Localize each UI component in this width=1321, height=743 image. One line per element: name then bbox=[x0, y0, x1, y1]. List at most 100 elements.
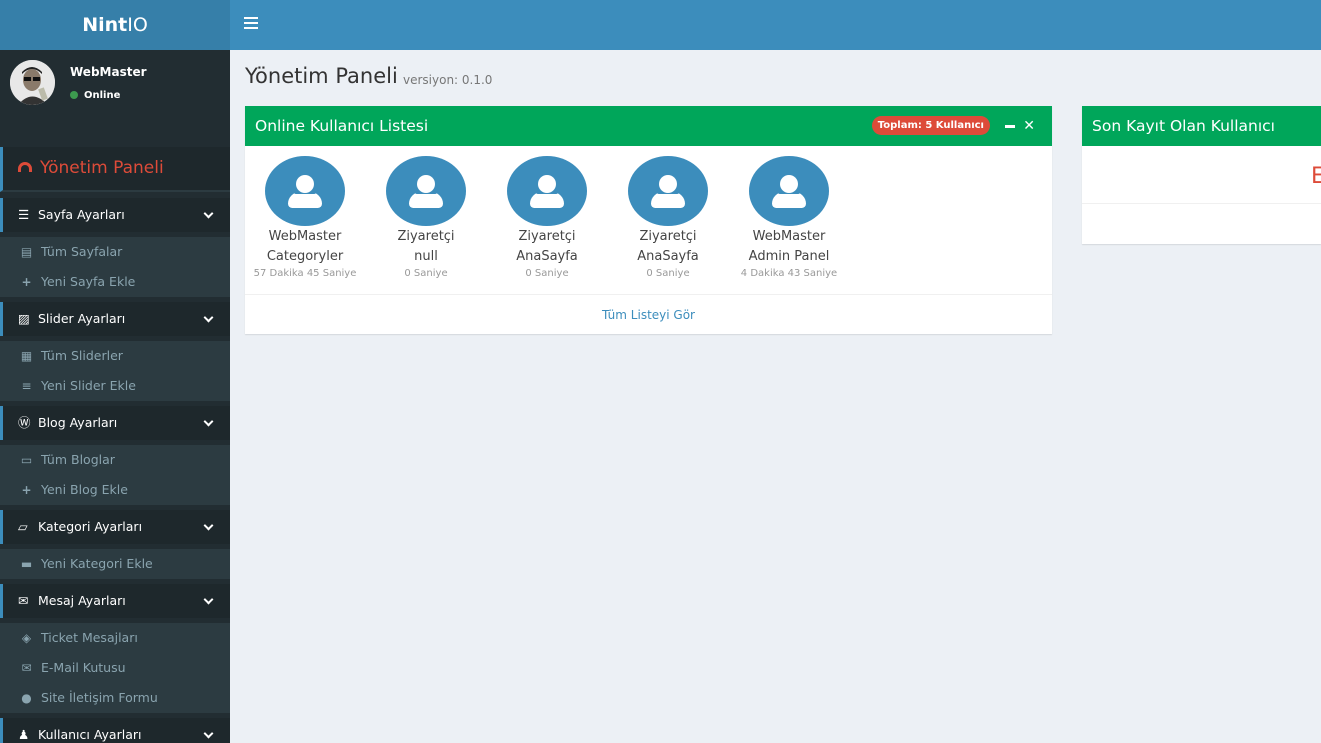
menu-item-email[interactable]: ✉ E-Mail Kutusu bbox=[0, 653, 230, 683]
menu-section-kategori[interactable]: ▱ Kategori Ayarları bbox=[0, 510, 230, 544]
menu-item-yeni-kategori[interactable]: ▬ Yeni Kategori Ekle bbox=[0, 549, 230, 579]
recent-users-body: E bbox=[1082, 146, 1321, 204]
user-card-page: AnaSayfa bbox=[637, 249, 699, 264]
user-card-name: Ziyaretçi bbox=[639, 229, 697, 244]
user-card[interactable]: Ziyaretçi AnaSayfa 0 Saniye bbox=[492, 156, 602, 279]
menu-item-label: Yeni Kategori Ekle bbox=[41, 556, 153, 571]
dashboard-icon bbox=[18, 162, 32, 172]
user-avatar-icon bbox=[628, 156, 708, 226]
users-icon: ♟ bbox=[18, 727, 30, 742]
page-title: Yönetim Paneli bbox=[245, 64, 398, 88]
menu-section-blog[interactable]: Ⓦ Blog Ayarları bbox=[0, 406, 230, 440]
box-header: Online Kullanıcı Listesi Toplam: 5 Kulla… bbox=[245, 106, 1052, 146]
user-avatar-icon bbox=[265, 156, 345, 226]
sidebar: WebMaster Online Yönetim Paneli ☰ Sayfa A… bbox=[0, 50, 230, 743]
menu-section-mesaj[interactable]: ✉ Mesaj Ayarları bbox=[0, 584, 230, 618]
menu-item-yeni-blog[interactable]: + Yeni Blog Ekle bbox=[0, 475, 230, 505]
menu-item-label: Tüm Bloglar bbox=[41, 452, 115, 467]
user-avatar-icon bbox=[749, 156, 829, 226]
folder-open-icon: ▱ bbox=[18, 519, 28, 534]
grid-icon: ▦ bbox=[20, 349, 33, 363]
user-card-name: WebMaster bbox=[268, 229, 342, 244]
user-card-page: null bbox=[414, 249, 438, 264]
menu-item-label: Tüm Sliderler bbox=[41, 348, 123, 363]
menu-item-tum-sliderler[interactable]: ▦ Tüm Sliderler bbox=[0, 341, 230, 371]
wordpress-icon: Ⓦ bbox=[18, 415, 31, 430]
menu-section-label: Blog Ayarları bbox=[38, 415, 118, 430]
user-card[interactable]: WebMaster Categoryler 57 Dakika 45 Saniy… bbox=[250, 156, 360, 279]
envelope-icon: ✉ bbox=[18, 593, 29, 608]
close-icon[interactable]: ✕ bbox=[1023, 117, 1035, 135]
hamburger-menu-icon[interactable] bbox=[244, 17, 258, 33]
user-card-time: 0 Saniye bbox=[646, 268, 690, 279]
user-card-page: Admin Panel bbox=[748, 249, 830, 264]
user-count-badge: Toplam: 5 Kullanıcı bbox=[871, 116, 990, 135]
menu-item-label: Yeni Sayfa Ekle bbox=[41, 274, 136, 289]
menu-item-ticket[interactable]: ◈ Ticket Mesajları bbox=[0, 623, 230, 653]
menu-item-yeni-slider[interactable]: ≡ Yeni Slider Ekle bbox=[0, 371, 230, 401]
user-card-time: 0 Saniye bbox=[404, 268, 448, 279]
chevron-down-icon bbox=[203, 728, 214, 739]
box-header: Son Kayıt Olan Kullanıcı bbox=[1082, 106, 1321, 146]
user-card-page: Categoryler bbox=[266, 249, 344, 264]
user-card[interactable]: WebMaster Admin Panel 4 Dakika 43 Saniye bbox=[734, 156, 844, 279]
box-title: Son Kayıt Olan Kullanıcı bbox=[1092, 117, 1275, 135]
chevron-down-icon bbox=[203, 594, 214, 605]
brand-logo[interactable]: NintIO bbox=[0, 0, 230, 50]
user-status-text: Online bbox=[84, 90, 121, 101]
menu-item-tum-sayfalar[interactable]: ▤ Tüm Sayfalar bbox=[0, 237, 230, 267]
chevron-down-icon bbox=[203, 312, 214, 323]
menu-dashboard-label: Yönetim Paneli bbox=[40, 158, 164, 178]
recent-users-text: E bbox=[1311, 164, 1321, 189]
avatar bbox=[10, 60, 55, 105]
menu-item-label: E-Mail Kutusu bbox=[41, 660, 126, 675]
user-avatar-icon bbox=[386, 156, 466, 226]
user-card-name: Ziyaretçi bbox=[518, 229, 576, 244]
menu-section-label: Sayfa Ayarları bbox=[38, 207, 125, 222]
online-status-icon bbox=[70, 91, 78, 99]
brand-prefix: Nint bbox=[82, 14, 128, 36]
ticket-icon: ◈ bbox=[21, 631, 32, 645]
folder-icon: ▬ bbox=[20, 557, 33, 571]
chevron-down-icon bbox=[203, 520, 214, 531]
recent-users-box: Son Kayıt Olan Kullanıcı E bbox=[1082, 106, 1321, 244]
menu-section-label: Kullanıcı Ayarları bbox=[38, 727, 142, 742]
menu-section-label: Kategori Ayarları bbox=[38, 519, 143, 534]
online-users-box: Online Kullanıcı Listesi Toplam: 5 Kulla… bbox=[245, 106, 1052, 334]
user-name: WebMaster bbox=[70, 65, 147, 79]
menu-section-label: Mesaj Ayarları bbox=[38, 593, 126, 608]
menu-section-sayfa[interactable]: ☰ Sayfa Ayarları bbox=[0, 198, 230, 232]
menu-item-label: Yeni Slider Ekle bbox=[41, 378, 136, 393]
user-card-time: 0 Saniye bbox=[525, 268, 569, 279]
view-all-link[interactable]: Tüm Listeyi Gör bbox=[245, 294, 1052, 334]
menu-item-iletisim[interactable]: ● Site İletişim Formu bbox=[0, 683, 230, 713]
menu-item-label: Site İletişim Formu bbox=[41, 690, 158, 705]
user-card[interactable]: Ziyaretçi null 0 Saniye bbox=[371, 156, 481, 279]
envelope-fill-icon: ✉ bbox=[21, 661, 32, 675]
chat-icon: ● bbox=[21, 691, 32, 705]
minimize-icon[interactable] bbox=[1005, 125, 1015, 128]
chevron-down-icon bbox=[203, 208, 214, 219]
plus-icon: + bbox=[21, 275, 32, 289]
chevron-down-icon bbox=[203, 416, 214, 427]
user-status: Online bbox=[70, 90, 120, 101]
top-navbar bbox=[230, 0, 1321, 50]
menu-item-label: Ticket Mesajları bbox=[41, 630, 138, 645]
image-icon: ▨ bbox=[18, 311, 30, 326]
menu-section-slider[interactable]: ▨ Slider Ayarları bbox=[0, 302, 230, 336]
user-panel: WebMaster Online bbox=[0, 50, 230, 142]
user-avatar-icon bbox=[507, 156, 587, 226]
menu-item-yeni-sayfa[interactable]: + Yeni Sayfa Ekle bbox=[0, 267, 230, 297]
brand-suffix: IO bbox=[127, 14, 148, 36]
menu-section-kullanici[interactable]: ♟ Kullanıcı Ayarları bbox=[0, 718, 230, 743]
user-card-time: 57 Dakika 45 Saniye bbox=[253, 268, 357, 279]
page-subtitle: versiyon: 0.1.0 bbox=[403, 73, 493, 87]
menu-item-tum-bloglar[interactable]: ▭ Tüm Bloglar bbox=[0, 445, 230, 475]
user-card-name: WebMaster bbox=[752, 229, 826, 244]
menu-section-label: Slider Ayarları bbox=[38, 311, 126, 326]
calendar-icon: ▭ bbox=[20, 453, 33, 467]
menu-dashboard[interactable]: Yönetim Paneli bbox=[0, 147, 230, 192]
user-card-page: AnaSayfa bbox=[516, 249, 578, 264]
list-icon: ☰ bbox=[18, 207, 30, 222]
user-card[interactable]: Ziyaretçi AnaSayfa 0 Saniye bbox=[613, 156, 723, 279]
